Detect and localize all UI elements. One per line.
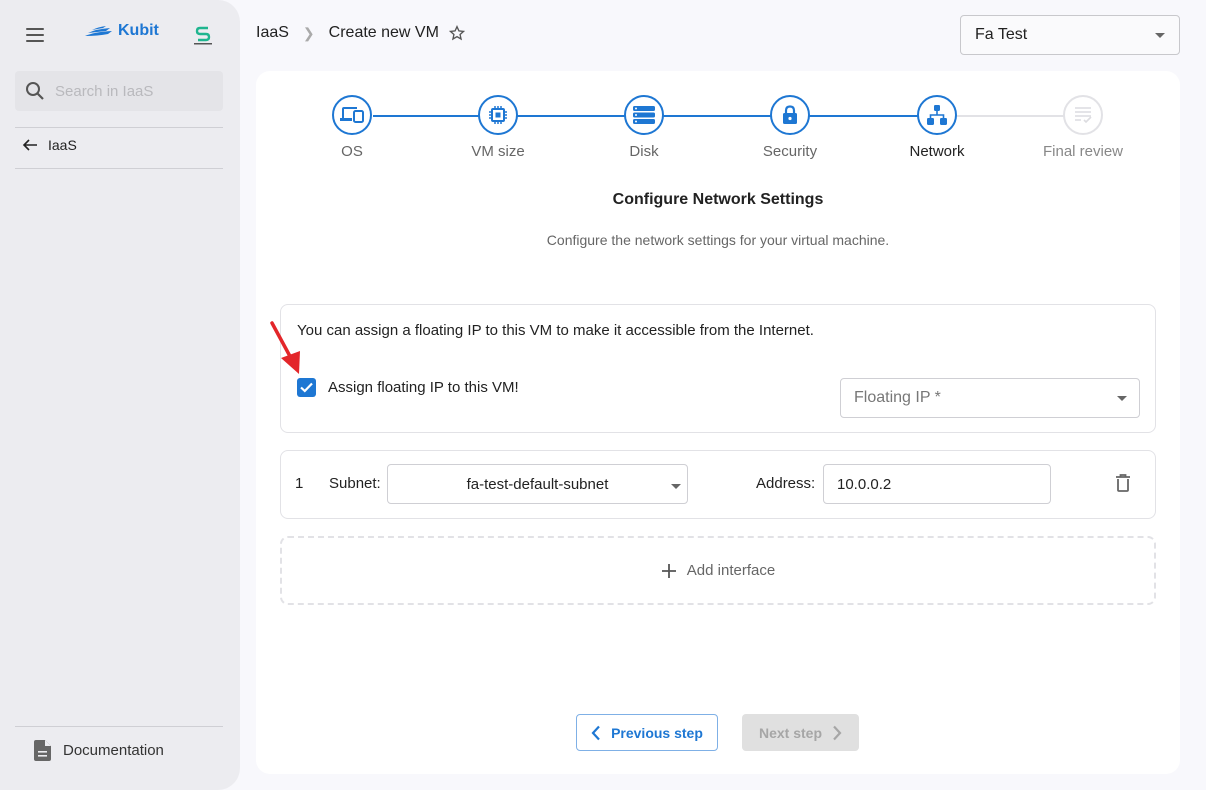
network-interface-row: 1 Subnet: fa-test-default-subnet Address… [280, 450, 1156, 519]
document-icon [34, 740, 51, 761]
chevron-left-icon [591, 725, 600, 740]
divider [15, 127, 223, 128]
assign-floating-ip-checkbox[interactable]: Assign floating IP to this VM! [297, 378, 519, 397]
menu-icon[interactable] [26, 28, 44, 42]
step-final-review: Final review [1023, 95, 1143, 160]
caret-down-icon [671, 484, 681, 489]
search-icon [26, 82, 44, 100]
step-network[interactable]: Network [877, 95, 997, 160]
step-label: Network [909, 143, 965, 160]
breadcrumb-current: Create new VM [328, 24, 439, 41]
interface-index: 1 [295, 475, 304, 492]
page-title: Configure Network Settings [612, 191, 824, 208]
checkbox-label: Assign floating IP to this VM! [328, 379, 519, 396]
floating-ip-select[interactable]: Floating IP * [840, 378, 1140, 418]
add-interface-button[interactable]: Add interface [280, 536, 1156, 605]
breadcrumb-iaas[interactable]: IaaS [256, 24, 289, 42]
step-label: VM size [471, 143, 525, 160]
step-disk[interactable]: Disk [584, 95, 704, 160]
breadcrumb: IaaS ❯ Create new VM [256, 24, 465, 42]
add-interface-label: Add interface [686, 562, 776, 579]
next-step-label: Next step [758, 724, 823, 741]
step-vm-size[interactable]: VM size [438, 95, 558, 160]
devices-icon [340, 107, 364, 123]
brand-name: Kubit [118, 22, 159, 39]
project-selected: Fa Test [975, 26, 1028, 43]
chip-icon [489, 106, 507, 124]
star-icon[interactable] [448, 25, 465, 41]
search-input[interactable] [55, 82, 205, 100]
step-security[interactable]: Security [730, 95, 850, 160]
address-label: Address: [756, 475, 816, 492]
storage-icon [633, 106, 655, 124]
step-label: Final review [1042, 143, 1124, 160]
plus-icon [661, 563, 676, 578]
divider [15, 726, 223, 727]
brand-logo[interactable]: Kubit [84, 22, 159, 40]
step-os[interactable]: OS [292, 95, 412, 160]
address-input[interactable] [823, 464, 1051, 504]
documentation-link[interactable]: Documentation [34, 740, 164, 761]
back-label: IaaS [48, 137, 77, 153]
sidebar: Kubit IaaS Documentation [0, 0, 240, 790]
page-subtitle: Configure the network settings for your … [546, 232, 890, 248]
partner-logo [194, 26, 212, 45]
check-icon [300, 382, 313, 393]
documentation-label: Documentation [63, 742, 164, 759]
review-icon [1075, 107, 1092, 124]
subnet-label: Subnet: [329, 475, 381, 492]
subnet-select[interactable]: fa-test-default-subnet [387, 464, 688, 504]
arrow-left-icon [22, 139, 37, 151]
chevron-right-icon [833, 725, 842, 740]
previous-step-button[interactable]: Previous step [576, 714, 718, 751]
back-to-iaas[interactable]: IaaS [22, 137, 77, 153]
divider [15, 168, 223, 169]
step-label: OS [341, 143, 363, 160]
search-field[interactable] [15, 71, 223, 111]
annotation-arrow-icon [270, 321, 300, 374]
chevron-right-icon: ❯ [302, 24, 315, 41]
floating-ip-panel: You can assign a floating IP to this VM … [280, 304, 1156, 433]
caret-down-icon [1117, 395, 1127, 401]
trash-icon[interactable] [1116, 474, 1130, 492]
step-label: Disk [629, 143, 659, 160]
floating-ip-info: You can assign a floating IP to this VM … [297, 322, 814, 339]
subnet-value: fa-test-default-subnet [466, 475, 609, 493]
kubit-ship-icon [85, 26, 112, 36]
caret-down-icon [1155, 32, 1165, 38]
next-step-button[interactable]: Next step [742, 714, 859, 751]
wizard-card: OS VM size Disk Security Network Final r… [256, 71, 1180, 774]
step-label: Security [762, 143, 818, 160]
floating-ip-placeholder: Floating IP * [854, 389, 941, 406]
project-select[interactable]: Fa Test [960, 15, 1180, 55]
checkbox-checked[interactable] [297, 378, 316, 397]
previous-step-label: Previous step [611, 724, 703, 741]
stepper: OS VM size Disk Security Network Final r… [256, 95, 1180, 175]
lock-icon [783, 105, 797, 124]
network-icon [927, 105, 947, 125]
